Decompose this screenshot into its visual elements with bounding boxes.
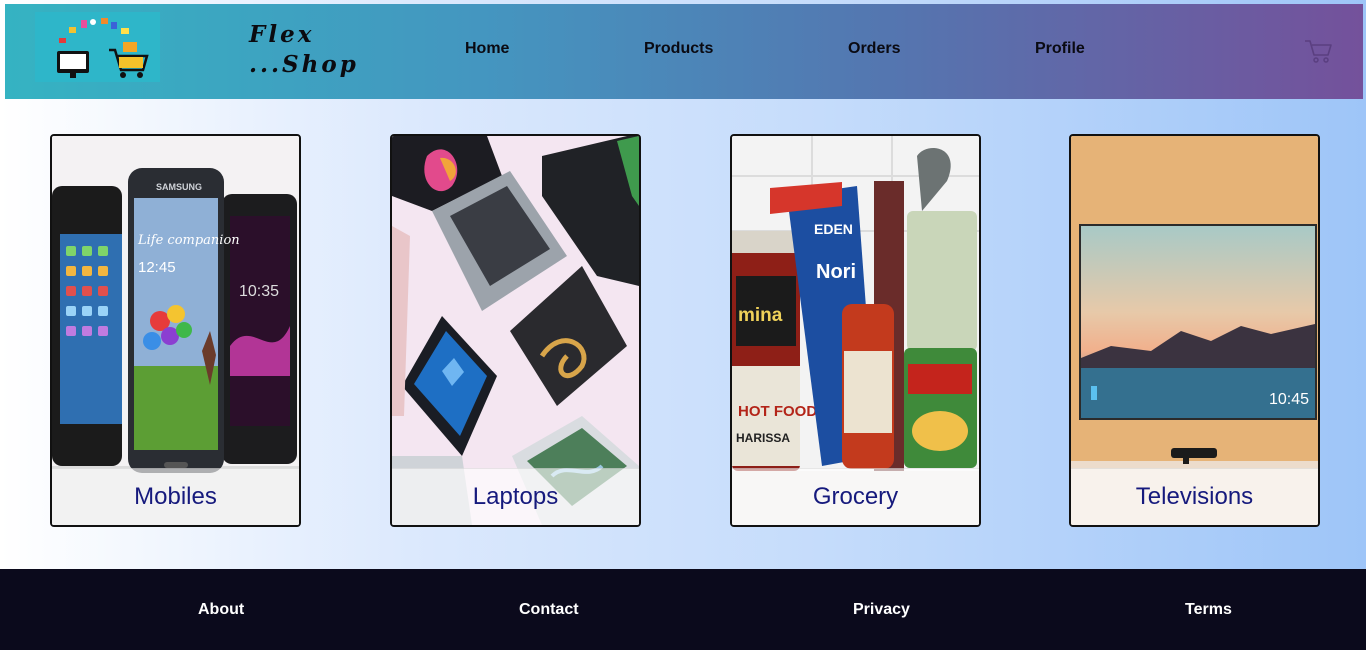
pack-name: Nori [816,261,856,283]
pack-brand: EDEN [814,221,853,237]
shop-logo-icon[interactable] [35,12,160,82]
nav-orders[interactable]: Orders [848,40,900,58]
site-header: Flex ...Shop Home Products Orders Profil… [5,4,1363,99]
category-label: Televisions [1071,468,1318,525]
footer-contact[interactable]: Contact [519,601,579,619]
category-label: Laptops [392,468,639,525]
category-card-grocery[interactable]: mina HOT FOOD HARISSA EDEN Nori Grocery [730,134,981,527]
jar2-label: HOT FOOD [738,403,817,420]
site-footer: About Contact Privacy Terms [0,569,1366,650]
laptops-image [392,136,639,525]
category-label: Mobiles [52,468,299,525]
phone-brand: SAMSUNG [156,182,202,192]
television-image: 10:45 [1071,136,1318,525]
category-card-televisions[interactable]: 10:45 Televisions [1069,134,1320,527]
nav-home[interactable]: Home [465,40,509,58]
category-label: Grocery [732,468,979,525]
brand-line-2: ...Shop [249,51,359,78]
jar-label: mina [738,305,783,326]
smartphones-image: 10:35 SAMSUNG Life companion 12:45 [52,136,299,525]
category-card-mobiles[interactable]: 10:35 SAMSUNG Life companion 12:45 Mobil… [50,134,301,527]
category-card-laptops[interactable]: Laptops [390,134,641,527]
footer-privacy[interactable]: Privacy [853,601,910,619]
grocery-image: mina HOT FOOD HARISSA EDEN Nori [732,136,979,525]
phone-clock: 12:45 [138,259,176,276]
footer-terms[interactable]: Terms [1185,601,1232,619]
tv-clock: 10:45 [1269,391,1309,408]
nav-profile[interactable]: Profile [1035,40,1085,58]
brand-name[interactable]: Flex ...Shop [249,20,359,80]
nav-products[interactable]: Products [644,40,713,58]
phone-tagline: Life companion [137,233,240,248]
jar3-label: HARISSA [736,431,790,445]
footer-about[interactable]: About [198,601,244,619]
brand-line-1: Flex [249,21,315,48]
phone-clock-2: 10:35 [239,283,279,300]
cart-icon[interactable] [1303,36,1333,64]
